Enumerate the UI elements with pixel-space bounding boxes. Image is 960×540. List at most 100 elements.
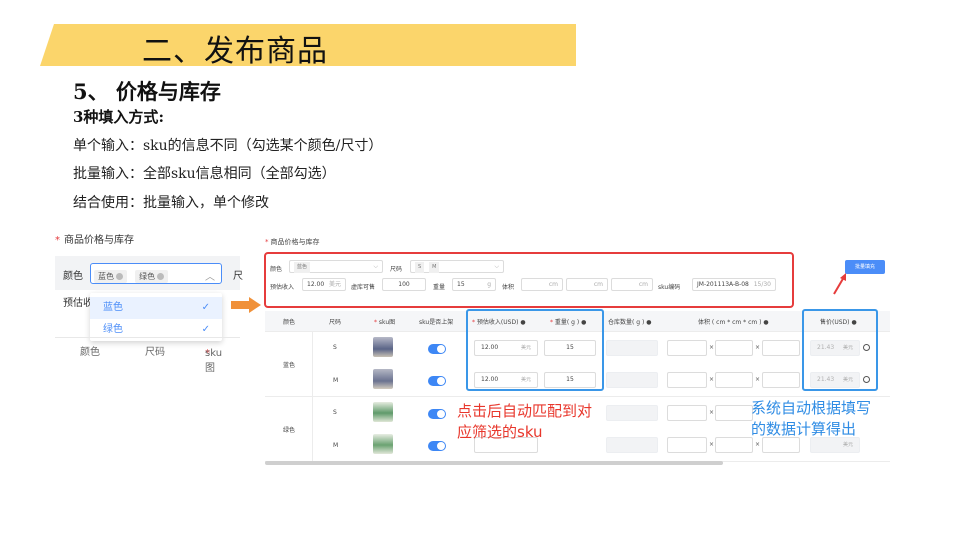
auto-match-highlight xyxy=(466,309,604,391)
sku-image-thumb[interactable] xyxy=(373,434,393,454)
times-symbol: × xyxy=(709,344,715,351)
th-sku-image: sku图 xyxy=(378,319,396,326)
method-line-batch: 批量输入：全部sku信息相同（全部勾选） xyxy=(73,166,336,182)
batch-color-tag[interactable]: 蓝色 xyxy=(294,262,311,273)
help-icon[interactable]: ● xyxy=(646,319,651,326)
estimate-label: 预估收 xyxy=(63,298,93,309)
annotation-auto-calc-line2: 的数据计算得出 xyxy=(751,420,857,438)
chevron-up-icon[interactable]: ︿ xyxy=(205,268,215,283)
volume-length-input[interactable] xyxy=(667,437,707,453)
th-warehouse: 仓库数量( g ) ● xyxy=(608,319,652,326)
color-dropdown: 蓝色 ✓ 绿色 ✓ xyxy=(90,293,222,341)
size-cell: M xyxy=(333,377,339,384)
batch-fill-button[interactable]: 批量填充 xyxy=(845,260,885,274)
th-size: 尺码 xyxy=(329,319,342,326)
th-sku-listed: sku是否上架 xyxy=(419,319,454,326)
batch-size-tag-s[interactable]: S xyxy=(415,262,425,273)
th-volume: 体积 ( cm * cm * cm ) ● xyxy=(698,319,769,326)
listed-toggle[interactable] xyxy=(428,344,446,354)
times-symbol: × xyxy=(709,409,715,416)
listed-toggle[interactable] xyxy=(428,441,446,451)
pointer-arrow-icon xyxy=(833,273,846,295)
warehouse-qty xyxy=(606,405,658,421)
times-symbol: × xyxy=(709,376,715,383)
left-panel-title: * 商品价格与库存 xyxy=(55,235,134,246)
times-symbol: × xyxy=(755,344,761,351)
section-title: 5、 价格与库存 xyxy=(73,79,221,104)
left-table-header: 颜色 尺码 * sku图 xyxy=(55,337,240,374)
method-line-combined: 结合使用：批量输入，单个修改 xyxy=(73,195,269,211)
volume-length-input[interactable] xyxy=(667,340,707,356)
batch-panel-title: * 商品价格与库存 xyxy=(265,238,320,246)
batch-sku-code-input[interactable]: JM-201113A-B-08 15/30 xyxy=(692,278,776,291)
col-sku-image: sku图 xyxy=(205,348,223,374)
sku-image-thumb[interactable] xyxy=(373,402,393,422)
batch-stock-label: 虚库可售 xyxy=(351,284,376,291)
auto-calc-highlight xyxy=(802,309,878,391)
annotation-auto-calc-line1: 系统自动根据填写 xyxy=(751,399,872,417)
batch-stock-input[interactable]: 100 xyxy=(382,278,426,291)
volume-height-input[interactable] xyxy=(762,372,800,388)
th-color: 颜色 xyxy=(283,319,296,326)
listed-toggle[interactable] xyxy=(428,376,446,386)
col-divider xyxy=(312,331,313,461)
arrow-right-icon xyxy=(231,297,261,313)
size-cell: M xyxy=(333,442,339,449)
page-title: 二、发布商品 xyxy=(142,34,328,69)
times-symbol: × xyxy=(755,376,761,383)
col-color: 颜色 xyxy=(80,347,100,358)
times-symbol: × xyxy=(709,441,715,448)
remove-icon[interactable] xyxy=(116,273,123,280)
row-divider xyxy=(265,396,890,397)
warehouse-qty xyxy=(606,340,658,356)
batch-sku-code-label: sku编码 xyxy=(658,284,681,291)
batch-volume-width[interactable]: cm xyxy=(566,278,608,291)
check-icon: ✓ xyxy=(201,302,210,313)
volume-width-input[interactable] xyxy=(715,372,753,388)
chevron-down-icon[interactable]: ⌵ xyxy=(373,261,378,272)
sku-image-thumb[interactable] xyxy=(373,369,393,389)
times-symbol: × xyxy=(755,441,761,448)
volume-height-input[interactable] xyxy=(762,340,800,356)
annotation-auto-match-line2: 应筛选的sku xyxy=(457,423,543,441)
group-color-green: 绿色 xyxy=(283,427,296,434)
color-select[interactable]: 蓝色 绿色 ︿ xyxy=(90,263,222,284)
size-label: 尺 xyxy=(233,271,243,282)
volume-width-input[interactable] xyxy=(715,437,753,453)
batch-size-tag-m[interactable]: M xyxy=(429,262,440,273)
batch-estimate-input[interactable]: 12.00 美元 xyxy=(302,278,346,291)
method-line-single: 单个输入：sku的信息不同（勾选某个颜色/尺寸） xyxy=(73,138,383,154)
color-tag-blue[interactable]: 蓝色 xyxy=(94,270,127,283)
batch-weight-label: 重量 xyxy=(433,284,446,291)
color-label: 颜色 xyxy=(63,271,83,282)
batch-color-label: 颜色 xyxy=(270,266,283,273)
volume-length-input[interactable] xyxy=(667,372,707,388)
chevron-down-icon[interactable]: ⌵ xyxy=(494,261,499,272)
sku-image-thumb[interactable] xyxy=(373,337,393,357)
horizontal-scrollbar[interactable] xyxy=(265,461,723,465)
help-icon[interactable]: ● xyxy=(763,319,768,326)
annotation-auto-match-line1: 点击后自动匹配到对 xyxy=(457,402,593,420)
warehouse-qty xyxy=(606,437,658,453)
size-cell: S xyxy=(333,344,337,351)
batch-estimate-label: 预估收入 xyxy=(270,284,295,291)
batch-volume-length[interactable]: cm xyxy=(521,278,563,291)
color-tag-green[interactable]: 绿色 xyxy=(135,270,169,283)
listed-toggle[interactable] xyxy=(428,409,446,419)
batch-weight-input[interactable]: 15 g xyxy=(452,278,496,291)
batch-color-select[interactable]: 蓝色 ⌵ xyxy=(289,260,383,273)
warehouse-qty xyxy=(606,372,658,388)
volume-width-input[interactable] xyxy=(715,405,753,421)
dropdown-option-blue[interactable]: 蓝色 ✓ xyxy=(90,297,222,319)
volume-length-input[interactable] xyxy=(667,405,707,421)
size-cell: S xyxy=(333,409,337,416)
col-size: 尺码 xyxy=(145,347,165,358)
remove-icon[interactable] xyxy=(157,273,165,280)
batch-volume-height[interactable]: cm xyxy=(611,278,653,291)
batch-size-label: 尺码 xyxy=(390,266,403,273)
batch-size-select[interactable]: S M ⌵ xyxy=(410,260,504,273)
batch-volume-label: 体积 xyxy=(502,284,515,291)
section-subtitle: 3种填入方式: xyxy=(73,108,164,126)
volume-width-input[interactable] xyxy=(715,340,753,356)
group-color-blue: 蓝色 xyxy=(283,362,296,369)
